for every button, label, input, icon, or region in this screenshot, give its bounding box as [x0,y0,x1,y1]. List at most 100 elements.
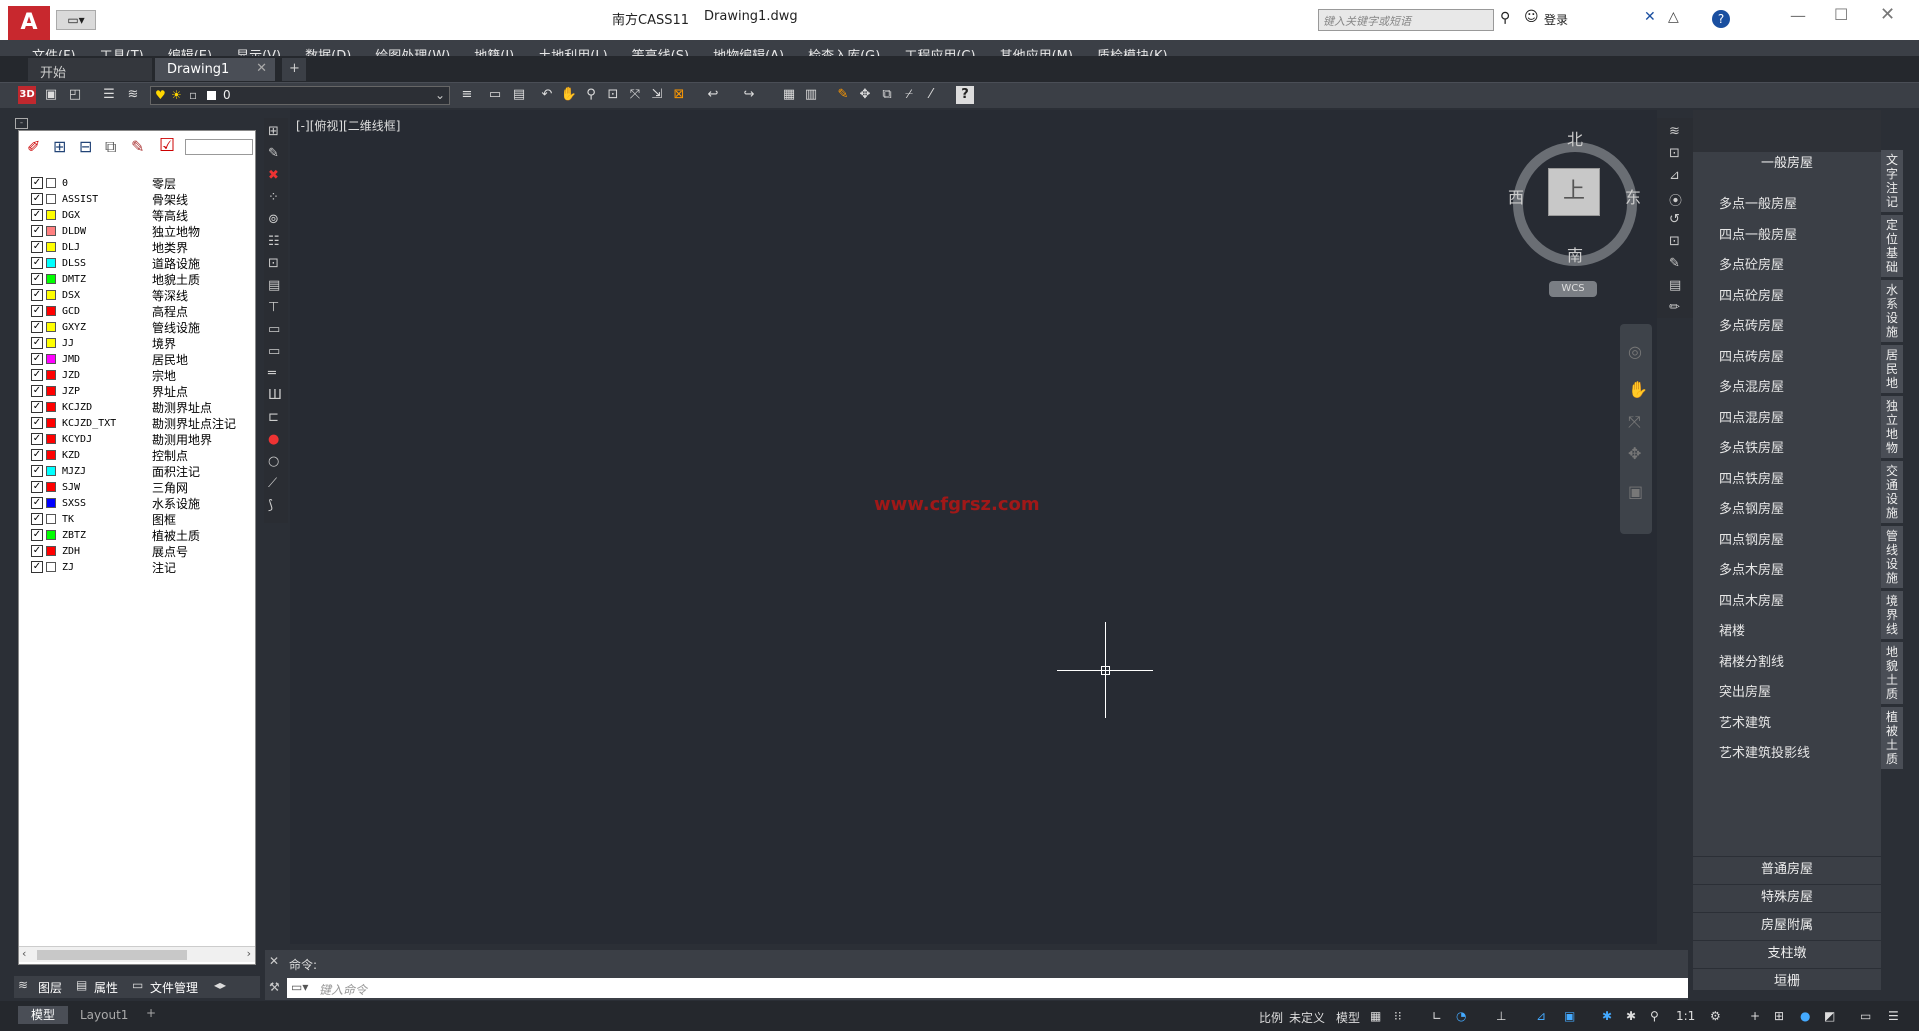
tab-layers[interactable]: 图层 [38,979,62,996]
layer-paint-icon[interactable]: ✎ [131,137,144,156]
autoscale-icon[interactable]: ✱ [1626,1009,1636,1023]
symbol-item[interactable]: 裙楼 [1719,620,1745,639]
draw-tool-icon[interactable]: ⊚ [268,212,279,227]
symbol-item[interactable]: 多点砼房屋 [1719,254,1784,273]
scale-value[interactable]: 未定义 [1289,1009,1325,1026]
edit-tool-icon[interactable]: ▤ [1669,278,1681,293]
layer-color-swatch[interactable] [46,290,56,300]
grid-icon[interactable]: ▦ [1370,1009,1381,1023]
layer-row[interactable]: ✓ DLSS 道路设施 [31,255,200,271]
layer-color-swatch[interactable] [46,514,56,524]
layer-visible-checkbox[interactable]: ✓ [31,177,43,189]
layer-color-swatch[interactable] [46,482,56,492]
symbol-item[interactable]: 多点混房屋 [1719,376,1784,395]
viewport-label[interactable]: [-][俯视][二维线框] [296,117,400,134]
viewcube-top-face[interactable]: 上 [1548,168,1600,216]
scroll-left-icon[interactable]: ‹ [22,947,26,960]
layer-row[interactable]: ✓ DLJ 地类界 [31,239,188,255]
layer-visible-checkbox[interactable]: ✓ [31,385,43,397]
draw-tool-icon[interactable]: ▭ [268,322,280,337]
layer-search-input[interactable] [185,139,253,155]
layer-row[interactable]: ✓ KCYDJ 勘测用地界 [31,431,212,447]
layer-row[interactable]: ✓ ASSIST 骨架线 [31,191,188,207]
tab-layout1[interactable]: Layout1 [80,1008,128,1022]
close-tab-icon[interactable]: ✕ [256,61,267,76]
draw-tool-icon[interactable]: ▤ [268,278,280,293]
binoculars-icon[interactable]: ⚲ [1500,10,1510,26]
tab-scroll-icon[interactable]: ◂▸ [214,978,226,992]
layer-color-swatch[interactable] [46,450,56,460]
viewcube-north[interactable]: 北 [1567,126,1583,150]
section-header[interactable]: 特殊房屋 [1693,884,1881,910]
layer-visible-checkbox[interactable]: ✓ [31,225,43,237]
ortho-icon[interactable]: ∟ [1432,1009,1442,1023]
open-icon[interactable]: ▭ [486,86,504,104]
layer-filter-icon[interactable]: ⊞ [53,137,66,156]
draw-tool-icon[interactable]: ⟋ [268,476,277,491]
layer-visible-checkbox[interactable]: ✓ [31,513,43,525]
vertical-tab[interactable]: 水系设施 [1881,280,1903,342]
save-icon[interactable]: ▤ [510,86,528,104]
tab-start[interactable]: 开始 [28,58,152,81]
layer-color-swatch[interactable] [46,562,56,572]
layer-row[interactable]: ✓ MJZJ 面积注记 [31,463,200,479]
panel-header[interactable]: 一般房屋 [1693,152,1881,176]
draw-tool-icon[interactable]: ⊡ [268,256,279,271]
pan-nav-icon[interactable]: ✋ [1628,380,1648,399]
edit-tool-icon[interactable]: ✎ [1669,256,1680,271]
layer-row[interactable]: ✓ DSX 等深线 [31,287,188,303]
polar-icon[interactable]: ◔ [1456,1009,1466,1023]
layer-color-swatch[interactable] [46,466,56,476]
layer-color-swatch[interactable] [46,402,56,412]
zoom-icon[interactable]: ⚲ [582,86,600,104]
layer-visible-checkbox[interactable]: ✓ [31,353,43,365]
section-header[interactable]: 垣栅 [1693,968,1881,994]
symbol-item[interactable]: 四点混房屋 [1719,407,1784,426]
layer-row[interactable]: ✓ DLDW 独立地物 [31,223,200,239]
layer-settings-icon[interactable]: ⊟ [79,137,92,156]
symbol-item[interactable]: 四点砼房屋 [1719,285,1784,304]
symbol-item[interactable]: 四点钢房屋 [1719,529,1784,548]
symbol-item[interactable]: 多点砖房屋 [1719,315,1784,334]
draw-tool-icon[interactable]: ▭ [268,344,280,359]
3d-button[interactable]: 3D [18,86,36,104]
symbol-item[interactable]: 多点铁房屋 [1719,437,1784,456]
add-icon[interactable]: + [1750,1009,1760,1023]
symbol-item[interactable]: 四点一般房屋 [1719,224,1797,243]
layer-row[interactable]: ✓ KCJZD_TXT 勘测界址点注记 [31,415,236,431]
edit-tool-icon[interactable]: ⊡ [1669,234,1680,249]
draw-tool-icon[interactable]: ✎ [268,146,279,161]
layer-row[interactable]: ✓ ZDH 展点号 [31,543,188,559]
edit-tool-icon[interactable]: ↺ [1669,212,1680,227]
connect-icon[interactable]: △ [1668,9,1679,25]
edit-tool-icon[interactable]: ≋ [1669,124,1680,139]
print-icon[interactable]: ▦ [780,86,798,104]
vertical-tab[interactable]: 境界线 [1881,591,1903,639]
layer-check-icon[interactable]: ☑ [159,135,175,156]
vertical-tab[interactable]: 独立地物 [1881,396,1903,458]
copy-icon[interactable]: ⧉ [878,86,896,104]
drawing-canvas[interactable]: [-][俯视][二维线框] www.cfgrsz.com 北 南 东 西 上 W… [290,110,1657,944]
wrench-icon[interactable]: ⚒ [269,980,280,994]
draw-tool-icon[interactable]: ═ [268,366,276,381]
layer-color-swatch[interactable] [46,274,56,284]
layer-row[interactable]: ✓ TK 图框 [31,511,176,527]
layer-visible-checkbox[interactable]: ✓ [31,481,43,493]
layer-color-swatch[interactable] [46,498,56,508]
steering-wheel-icon[interactable]: ◎ [1628,342,1642,361]
draw-tool-icon[interactable]: ☷ [268,234,280,249]
osnap-icon[interactable]: ⊥ [1496,1009,1506,1023]
viewcube-west[interactable]: 西 [1508,184,1524,208]
close-button[interactable]: ✕ [1880,4,1895,25]
table-icon[interactable]: ▥ [802,86,820,104]
draw-tool-icon[interactable]: ⁘ [268,190,279,205]
scroll-thumb[interactable] [37,950,187,960]
draw-tool-icon[interactable]: ⊞ [268,124,279,139]
layer-row[interactable]: ✓ SJW 三角网 [31,479,188,495]
layer-row[interactable]: ✓ ZBTZ 植被土质 [31,527,200,543]
layer-row[interactable]: ✓ GXYZ 管线设施 [31,319,200,335]
layer-visible-checkbox[interactable]: ✓ [31,497,43,509]
pan-icon[interactable]: ✋ [560,86,578,104]
snap-icon[interactable]: ⁝⁝ [1394,1009,1402,1023]
login-link[interactable]: 登录 [1544,11,1568,28]
